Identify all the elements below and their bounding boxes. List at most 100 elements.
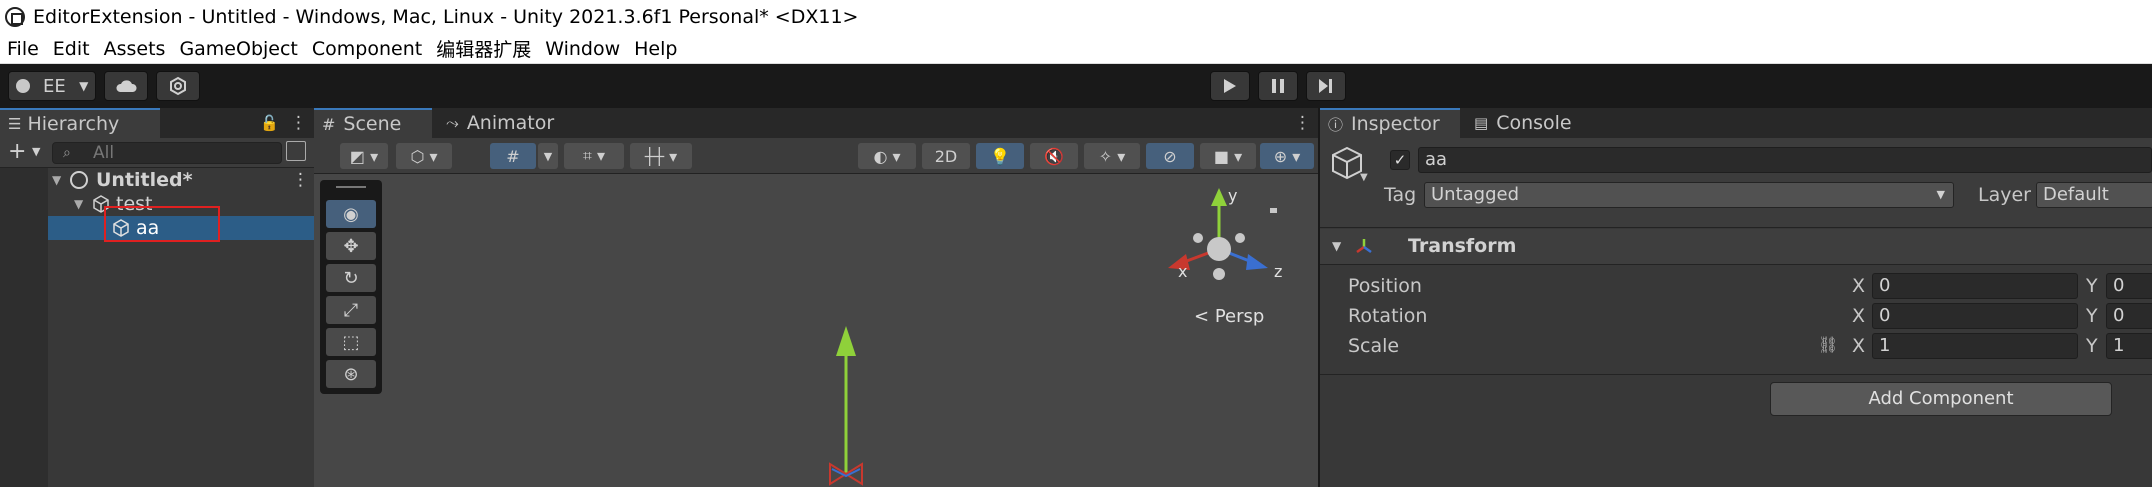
projection-label: Persp: [1214, 306, 1265, 327]
grid-snap-button[interactable]: #: [490, 143, 536, 169]
tool-palette: ◉ ✥ ↻ ⤢ ⬚ ⊛: [320, 180, 382, 394]
console-icon: ▤: [1474, 114, 1489, 132]
move-icon: ✥: [343, 235, 359, 257]
audio-toggle[interactable]: 🔇: [1030, 143, 1078, 169]
collab-icon: [170, 76, 186, 96]
rotation-label: Rotation: [1348, 305, 1428, 327]
gizmos-dropdown[interactable]: ⊕ ▾: [1260, 143, 1314, 169]
object-name-input[interactable]: aa: [1418, 147, 2152, 173]
tab-scene-label: Scene: [343, 113, 402, 135]
add-component-button[interactable]: Add Component: [1770, 382, 2112, 416]
inspector-header: ▼ ✓ aa Tag Untagged ▼ Layer Default: [1320, 138, 2152, 228]
sphere-icon: ◐ ▾: [873, 146, 901, 166]
transform-tool-button[interactable]: ⊛: [326, 360, 376, 388]
cloud-button[interactable]: [104, 71, 148, 101]
move-tool-button[interactable]: ✥: [326, 232, 376, 260]
pause-button[interactable]: [1258, 71, 1298, 101]
account-dropdown[interactable]: EE ▼: [8, 71, 96, 101]
increment-snap-dropdown[interactable]: ⌗ ▾: [564, 143, 624, 169]
gizmo-icon: ⊕ ▾: [1273, 146, 1301, 166]
move-handle-gizmo[interactable]: [784, 314, 904, 487]
scene-viewport[interactable]: ◉ ✥ ↻ ⤢ ⬚ ⊛ y x z < Persp: [314, 174, 1318, 487]
menu-window[interactable]: Window: [538, 38, 627, 60]
scale-y-field[interactable]: 1: [2106, 333, 2152, 359]
mute-icon: 🔇: [1044, 146, 1064, 166]
ruler-dropdown[interactable]: ┼┼ ▾: [630, 143, 692, 169]
palette-drag-handle[interactable]: [336, 186, 366, 188]
effects-dropdown[interactable]: ✧ ▾: [1084, 143, 1140, 169]
projection-toggle[interactable]: < Persp: [1194, 306, 1264, 327]
lock-icon[interactable]: 🔓: [260, 114, 279, 132]
lighting-toggle[interactable]: 💡: [976, 143, 1024, 169]
rotation-x-field[interactable]: 0: [1872, 303, 2078, 329]
search-options-icon[interactable]: [286, 141, 306, 161]
menu-editor-extension[interactable]: 编辑器扩展: [429, 35, 538, 62]
search-icon: ⌕: [63, 145, 71, 161]
scene-menu-icon[interactable]: ⋮: [292, 170, 309, 190]
pause-icon: [1272, 79, 1284, 93]
play-button[interactable]: [1210, 71, 1250, 101]
scale-tool-button[interactable]: ⤢: [326, 296, 376, 324]
transform-header[interactable]: ▼ Transform: [1320, 229, 2152, 265]
axis-x-label[interactable]: X: [1852, 305, 1865, 327]
scale-icon: ⤢: [343, 299, 359, 321]
render-mode-dropdown[interactable]: ◐ ▾: [858, 143, 916, 169]
menu-edit[interactable]: Edit: [46, 38, 97, 60]
shading-dropdown[interactable]: ⬡ ▾: [396, 143, 452, 169]
axis-y-label[interactable]: Y: [2086, 305, 2098, 327]
menu-assets[interactable]: Assets: [97, 38, 173, 60]
hierarchy-search-input[interactable]: ⌕ All: [52, 142, 282, 164]
toggle-2d-button[interactable]: 2D: [922, 143, 970, 169]
active-checkbox[interactable]: ✓: [1390, 150, 1410, 170]
component-title: Transform: [1408, 235, 1517, 257]
menu-help[interactable]: Help: [627, 38, 684, 60]
scale-x-field[interactable]: 1: [1872, 333, 2078, 359]
cube-icon: ⬡ ▾: [410, 146, 438, 166]
tab-hierarchy[interactable]: ☰ Hierarchy: [0, 108, 160, 138]
eye-icon: ◉: [343, 203, 359, 225]
rotation-y-field[interactable]: 0: [2106, 303, 2152, 329]
draw-mode-dropdown[interactable]: ◩ ▾: [340, 143, 388, 169]
rotate-tool-button[interactable]: ↻: [326, 264, 376, 292]
scene-menu-icon[interactable]: ⋮: [1294, 114, 1311, 132]
menu-file[interactable]: File: [0, 38, 46, 60]
constrain-proportions-icon[interactable]: ⛓: [1818, 335, 1838, 354]
tab-scene[interactable]: # Scene: [314, 108, 432, 138]
chevron-down-icon[interactable]: ▼: [1360, 172, 1368, 183]
transform-icon: ⊛: [343, 363, 359, 385]
foldout-expanded-icon[interactable]: ▼: [52, 173, 61, 187]
hierarchy-menu-icon[interactable]: ⋮: [290, 114, 307, 132]
window-title: EditorExtension - Untitled - Windows, Ma…: [33, 6, 859, 28]
view-tool-button[interactable]: ◉: [326, 200, 376, 228]
axis-y-label[interactable]: Y: [2086, 275, 2098, 297]
scene-orientation-gizmo[interactable]: [1154, 184, 1284, 294]
axis-x-label[interactable]: X: [1852, 275, 1865, 297]
tab-console[interactable]: ▤ Console: [1466, 108, 1596, 138]
step-button[interactable]: [1306, 71, 1346, 101]
gizmo-z-label: z: [1274, 262, 1283, 281]
tab-inspector[interactable]: ⓘ Inspector: [1320, 108, 1460, 138]
add-icon[interactable]: +: [8, 139, 26, 164]
foldout-expanded-icon[interactable]: ▼: [1332, 239, 1341, 253]
transform-body: Position X 0 Y 0 Rotation X 0 Y 0 Scale …: [1320, 265, 2152, 375]
rect-tool-button[interactable]: ⬚: [326, 328, 376, 356]
scene-row[interactable]: ▼ Untitled* ⋮: [0, 168, 314, 192]
position-x-field[interactable]: 0: [1872, 273, 2078, 299]
axis-y-label[interactable]: Y: [2086, 335, 2098, 357]
camera-dropdown[interactable]: ■ ▾: [1200, 143, 1256, 169]
position-y-field[interactable]: 0: [2106, 273, 2152, 299]
hidden-objects-toggle[interactable]: ⊘: [1146, 143, 1194, 169]
hierarchy-panel: ☰ Hierarchy 🔓 ⋮ + ▼ ⌕ All ▼ Untitled* ⋮ …: [0, 108, 314, 487]
menu-component[interactable]: Component: [305, 38, 429, 60]
tab-hierarchy-label: Hierarchy: [27, 113, 120, 135]
chevron-down-icon[interactable]: ▼: [32, 145, 40, 158]
foldout-expanded-icon[interactable]: ▼: [74, 197, 83, 211]
collab-button[interactable]: [156, 71, 200, 101]
menu-gameobject[interactable]: GameObject: [172, 38, 304, 60]
tag-dropdown[interactable]: Untagged ▼: [1424, 182, 1954, 208]
layer-dropdown[interactable]: Default: [2036, 182, 2152, 208]
grid-options-dropdown[interactable]: ▼: [538, 143, 558, 169]
tab-animator[interactable]: ⤳ Animator: [438, 108, 568, 138]
scene-toolbar: ◩ ▾ ⬡ ▾ # ▼ ⌗ ▾ ┼┼ ▾ ◐ ▾ 2D 💡 🔇 ✧ ▾ ⊘ ■ …: [314, 138, 1318, 174]
axis-x-label[interactable]: X: [1852, 335, 1865, 357]
